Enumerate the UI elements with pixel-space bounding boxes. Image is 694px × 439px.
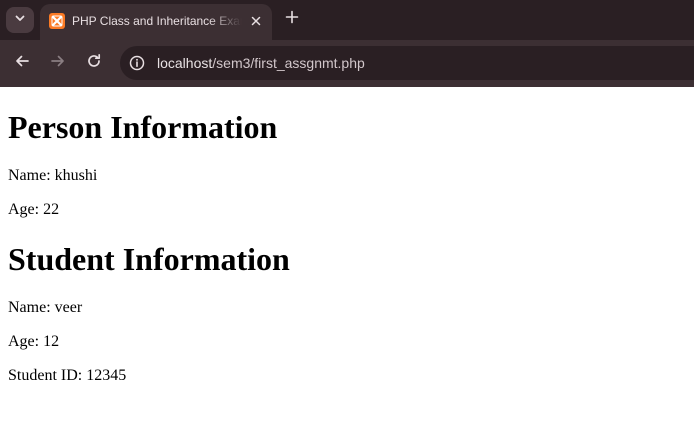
url-path: /sem3/first_assgnmt.php (212, 55, 365, 71)
arrow-right-icon (50, 53, 66, 74)
xampp-icon (49, 13, 65, 29)
arrow-left-icon (14, 53, 30, 74)
forward-button[interactable] (47, 52, 69, 74)
person-heading: Person Information (8, 109, 278, 145)
reload-icon (86, 53, 102, 74)
tab-title: PHP Class and Inheritance Example (72, 14, 242, 28)
page-content: Person Information Name: khushi Age: 22 … (0, 87, 694, 439)
browser-toolbar: localhost/sem3/first_assgnmt.php (0, 40, 694, 87)
chevron-down-icon (14, 11, 26, 29)
close-icon[interactable] (248, 13, 264, 29)
tab-search-button[interactable] (6, 7, 34, 33)
info-icon[interactable] (128, 54, 146, 72)
url-text: localhost/sem3/first_assgnmt.php (157, 55, 365, 71)
new-tab-button[interactable] (282, 9, 302, 29)
student-name: Name: veer (8, 299, 83, 316)
browser-chrome: PHP Class and Inheritance Example (0, 0, 694, 87)
back-button[interactable] (11, 52, 33, 74)
person-age: Age: 22 (8, 201, 60, 218)
reload-button[interactable] (83, 52, 105, 74)
person-name: Name: khushi (8, 167, 98, 184)
active-tab[interactable]: PHP Class and Inheritance Example (40, 4, 272, 40)
student-age: Age: 12 (8, 333, 60, 350)
student-heading: Student Information (8, 241, 290, 277)
student-id: Student ID: 12345 (8, 367, 127, 384)
address-bar[interactable]: localhost/sem3/first_assgnmt.php (120, 46, 694, 80)
tab-strip: PHP Class and Inheritance Example (0, 0, 694, 40)
plus-icon (285, 10, 299, 29)
url-host: localhost (157, 55, 213, 71)
